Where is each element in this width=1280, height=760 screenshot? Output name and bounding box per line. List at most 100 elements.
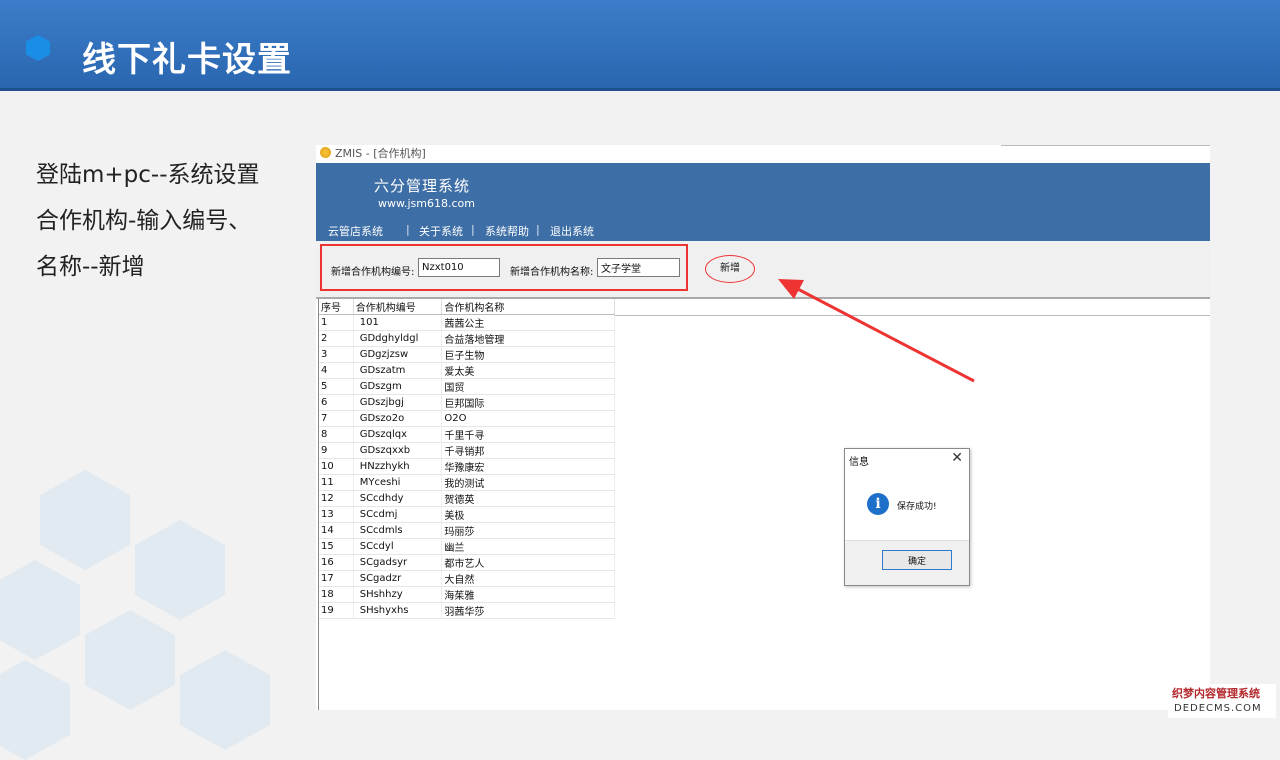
column-header-name[interactable]: 合作机构名称	[441, 299, 615, 315]
slide-header: 线下礼卡设置	[0, 0, 1280, 91]
partner-grid: 序号 合作机构编号 合作机构名称 1 101 茜茜公主 2 GDdghyldgl 合益落地…	[318, 299, 1210, 710]
decorative-hexagon	[180, 650, 270, 750]
name-cell: 海茱雅	[441, 586, 615, 603]
index-cell: 3	[319, 346, 354, 363]
add-partner-form: 新增合作机构编号: 新增合作机构名称: 新增	[316, 241, 1210, 299]
index-cell: 8	[319, 426, 354, 443]
column-header-code[interactable]: 合作机构编号	[353, 299, 443, 315]
code-cell: GDgzjzsw	[353, 346, 443, 363]
partner-code-input[interactable]	[418, 258, 500, 277]
window-title: ZMIS - [合作机构]	[335, 147, 426, 160]
name-cell: 爱太美	[441, 362, 615, 379]
table-row[interactable]: 19 SHshyxhs 羽茜华莎	[319, 602, 615, 619]
table-row[interactable]: 1 101 茜茜公主	[319, 314, 615, 331]
menu-item-cloud-store[interactable]: 云管店系统	[328, 223, 383, 239]
name-cell: 茜茜公主	[441, 314, 615, 331]
code-cell: GDszgm	[353, 378, 443, 395]
name-cell: 千里千寻	[441, 426, 615, 443]
index-cell: 2	[319, 330, 354, 347]
app-window: ZMIS - [合作机构] 六分管理系统 www.jsm618.com 云管店系…	[316, 145, 1210, 710]
code-cell: SCgadsyr	[353, 554, 443, 571]
table-row[interactable]: 9 GDszqxxb 千寻销邦	[319, 442, 615, 459]
column-header-index[interactable]: 序号	[319, 299, 354, 315]
menu-item-exit[interactable]: 退出系统	[550, 223, 594, 239]
partner-name-input[interactable]	[597, 258, 680, 277]
app-flower-icon	[320, 147, 331, 158]
table-row[interactable]: 7 GDszo2o O2O	[319, 410, 615, 427]
name-cell: 千寻销邦	[441, 442, 615, 459]
table-row[interactable]: 3 GDgzjzsw 巨子生物	[319, 346, 615, 363]
ok-button[interactable]: 确定	[882, 550, 952, 570]
menu-item-about[interactable]: 关于系统	[419, 223, 463, 239]
slide-description: 登陆m+pc--系统设置 合作机构-输入编号、 名称--新增	[36, 152, 296, 290]
code-cell: SCcdyl	[353, 538, 443, 555]
table-row[interactable]: 12 SCcdhdy 贺德英	[319, 490, 615, 507]
description-line: 登陆m+pc--系统设置	[36, 162, 260, 188]
name-cell: O2O	[441, 410, 615, 427]
name-cell: 我的测试	[441, 474, 615, 491]
partner-name-label: 新增合作机构名称:	[510, 267, 594, 278]
table-row[interactable]: 15 SCcdyl 幽兰	[319, 538, 615, 555]
partner-code-label: 新增合作机构编号:	[331, 267, 415, 278]
index-cell: 10	[319, 458, 354, 475]
arrow-shaft	[791, 284, 975, 383]
name-cell: 巨子生物	[441, 346, 615, 363]
index-cell: 11	[319, 474, 354, 491]
table-row[interactable]: 4 GDszatm 爱太美	[319, 362, 615, 379]
index-cell: 14	[319, 522, 354, 539]
menu-separator: |	[471, 223, 475, 236]
info-dialog: 信息 ✕ i 保存成功! 确定	[844, 448, 970, 586]
watermark-logo: 织梦内容管理系统 DEDECMS.COM	[1168, 684, 1276, 718]
dialog-footer: 确定	[845, 540, 969, 585]
hexagon-bullet-icon	[26, 35, 50, 61]
index-cell: 13	[319, 506, 354, 523]
table-row[interactable]: 2 GDdghyldgl 合益落地管理	[319, 330, 615, 347]
partner-table: 序号 合作机构编号 合作机构名称 1 101 茜茜公主 2 GDdghyldgl 合益落地…	[319, 299, 615, 619]
menu-separator: |	[536, 223, 540, 236]
info-icon: i	[867, 493, 889, 515]
code-cell: GDszqlqx	[353, 426, 443, 443]
name-cell: 巨邦国际	[441, 394, 615, 411]
decorative-hexagon	[0, 660, 70, 760]
table-row[interactable]: 8 GDszqlqx 千里千寻	[319, 426, 615, 443]
decorative-hexagon	[40, 470, 130, 570]
index-cell: 19	[319, 602, 354, 619]
index-cell: 5	[319, 378, 354, 395]
table-row[interactable]: 13 SCcdmj 美极	[319, 506, 615, 523]
decorative-hexagon	[135, 520, 225, 620]
table-row[interactable]: 5 GDszgm 国贸	[319, 378, 615, 395]
table-row[interactable]: 11 MYceshi 我的测试	[319, 474, 615, 491]
table-row[interactable]: 17 SCgadzr 大自然	[319, 570, 615, 587]
name-cell: 都市艺人	[441, 554, 615, 571]
menu-item-help[interactable]: 系统帮助	[485, 223, 529, 239]
code-cell: SHshyxhs	[353, 602, 443, 619]
table-row[interactable]: 18 SHshhzy 海茱雅	[319, 586, 615, 603]
index-cell: 17	[319, 570, 354, 587]
watermark-bottom-text: DEDECMS.COM	[1174, 703, 1262, 714]
decorative-hexagon	[85, 610, 175, 710]
add-button[interactable]: 新增	[705, 255, 755, 283]
code-cell: GDszjbgj	[353, 394, 443, 411]
index-cell: 9	[319, 442, 354, 459]
table-row[interactable]: 10 HNzzhykh 华豫康宏	[319, 458, 615, 475]
name-cell: 大自然	[441, 570, 615, 587]
name-cell: 美极	[441, 506, 615, 523]
table-header-row: 序号 合作机构编号 合作机构名称	[319, 299, 615, 315]
table-row[interactable]: 14 SCcdmls 玛丽莎	[319, 522, 615, 539]
menu-separator: |	[406, 223, 410, 236]
code-cell: SCcdmj	[353, 506, 443, 523]
code-cell: HNzzhykh	[353, 458, 443, 475]
index-cell: 16	[319, 554, 354, 571]
close-icon[interactable]: ✕	[951, 450, 963, 466]
description-line: 合作机构-输入编号、	[36, 208, 252, 234]
code-cell: SCcdmls	[353, 522, 443, 539]
code-cell: SCcdhdy	[353, 490, 443, 507]
code-cell: MYceshi	[353, 474, 443, 491]
code-cell: GDszo2o	[353, 410, 443, 427]
index-cell: 1	[319, 314, 354, 331]
table-row[interactable]: 6 GDszjbgj 巨邦国际	[319, 394, 615, 411]
decorative-hexagon	[0, 560, 80, 660]
table-row[interactable]: 16 SCgadsyr 都市艺人	[319, 554, 615, 571]
code-cell: GDdghyldgl	[353, 330, 443, 347]
dialog-message: 保存成功!	[897, 502, 937, 512]
